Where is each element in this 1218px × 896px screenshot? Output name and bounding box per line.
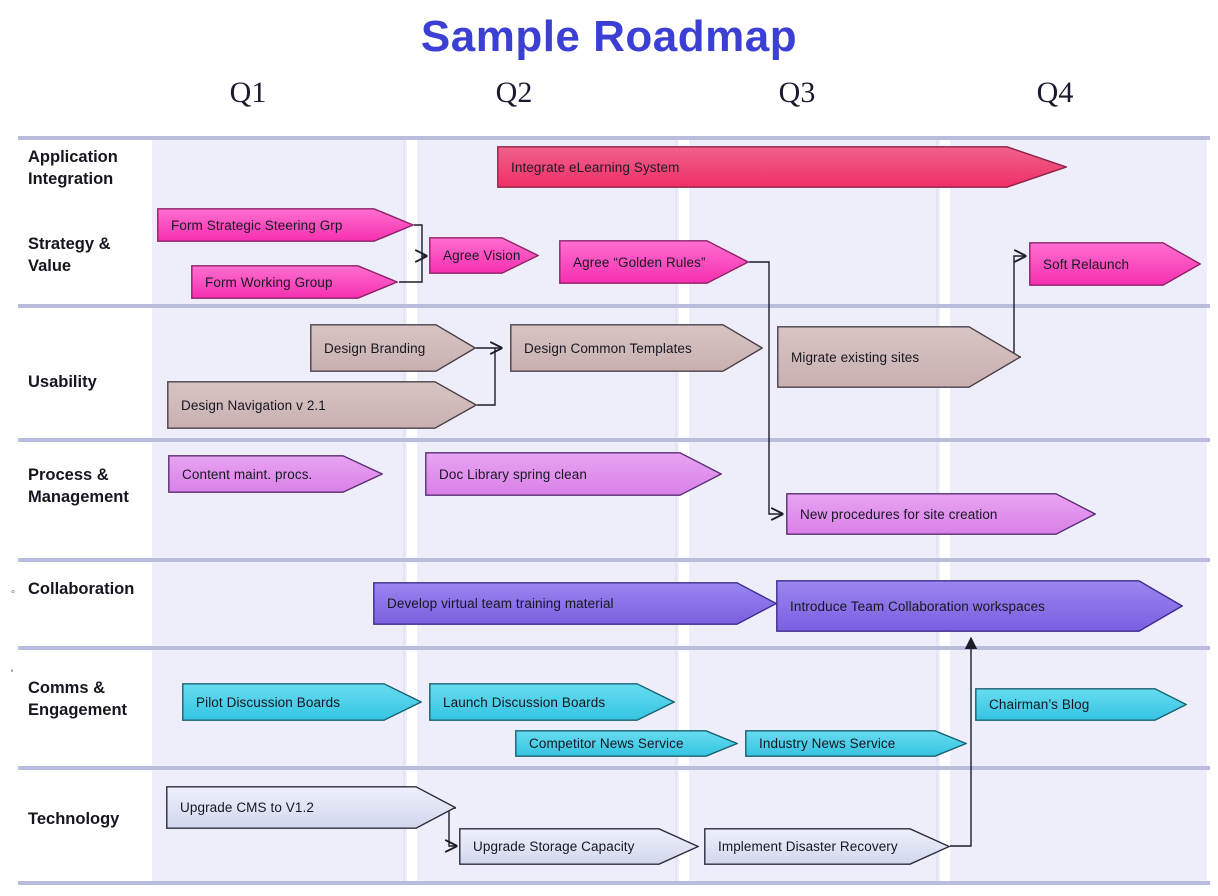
task-label: New procedures for site creation [800,506,998,522]
task-upgrade-storage-capacity[interactable]: Upgrade Storage Capacity [459,828,699,865]
connector-steering-to-vision [414,224,426,256]
task-agree-vision[interactable]: Agree Vision [429,237,539,274]
connector-layer [0,0,1218,896]
connector-golden-rules-to-new-procedures [749,261,782,514]
task-integrate-elearning-system[interactable]: Integrate eLearning System [497,146,1067,188]
connector-navigation-to-templates [477,348,496,406]
task-competitor-news-service[interactable]: Competitor News Service [515,730,738,757]
task-label: Agree “Golden Rules” [573,254,706,270]
task-label: Form Working Group [205,274,333,290]
task-label: Migrate existing sites [791,349,920,365]
task-new-procedures-for-site-creation[interactable]: New procedures for site creation [786,493,1096,535]
task-label: Integrate eLearning System [511,159,680,175]
connector-working-group-to-vision [399,256,423,283]
task-label: Upgrade Storage Capacity [473,839,635,854]
task-label: Introduce Team Collaboration workspaces [790,598,1046,614]
task-label: Implement Disaster Recovery [718,839,898,854]
task-design-navigation-v21[interactable]: Design Navigation v 2.1 [167,381,477,429]
task-label: Competitor News Service [529,736,684,751]
task-pilot-discussion-boards[interactable]: Pilot Discussion Boards [182,683,422,721]
task-label: Form Strategic Steering Grp [171,217,343,233]
task-label: Develop virtual team training material [387,596,614,611]
task-label: Agree Vision [443,248,521,263]
task-label: Chairman’s Blog [989,697,1090,712]
task-doc-library-spring-clean[interactable]: Doc Library spring clean [425,452,722,496]
task-label: Doc Library spring clean [439,466,587,482]
task-design-common-templates[interactable]: Design Common Templates [510,324,763,372]
task-introduce-team-collaboration-workspaces[interactable]: Introduce Team Collaboration workspaces [776,580,1183,632]
task-label: Design Branding [324,340,426,356]
task-develop-virtual-team-training-material[interactable]: Develop virtual team training material [373,582,777,625]
task-label: Upgrade CMS to V1.2 [180,800,314,815]
task-launch-discussion-boards[interactable]: Launch Discussion Boards [429,683,675,721]
task-upgrade-cms-to-v12[interactable]: Upgrade CMS to V1.2 [166,786,456,829]
task-chairmans-blog[interactable]: Chairman’s Blog [975,688,1187,721]
task-content-maint-procs[interactable]: Content maint. procs. [168,455,383,493]
task-label: Design Navigation v 2.1 [181,397,326,413]
task-label: Industry News Service [759,736,896,751]
task-label: Pilot Discussion Boards [196,694,341,710]
task-label: Soft Relaunch [1043,256,1130,272]
task-label: Content maint. procs. [182,466,313,482]
task-migrate-existing-sites[interactable]: Migrate existing sites [777,326,1021,388]
task-implement-disaster-recovery[interactable]: Implement Disaster Recovery [704,828,950,865]
task-label: Launch Discussion Boards [443,694,606,710]
task-industry-news-service[interactable]: Industry News Service [745,730,967,757]
task-design-branding[interactable]: Design Branding [310,324,476,372]
task-form-working-group[interactable]: Form Working Group [191,265,398,299]
task-label: Design Common Templates [524,340,692,356]
task-form-strategic-steering-grp[interactable]: Form Strategic Steering Grp [157,208,414,242]
task-agree-golden-rules[interactable]: Agree “Golden Rules” [559,240,749,284]
task-soft-relaunch[interactable]: Soft Relaunch [1029,242,1201,286]
